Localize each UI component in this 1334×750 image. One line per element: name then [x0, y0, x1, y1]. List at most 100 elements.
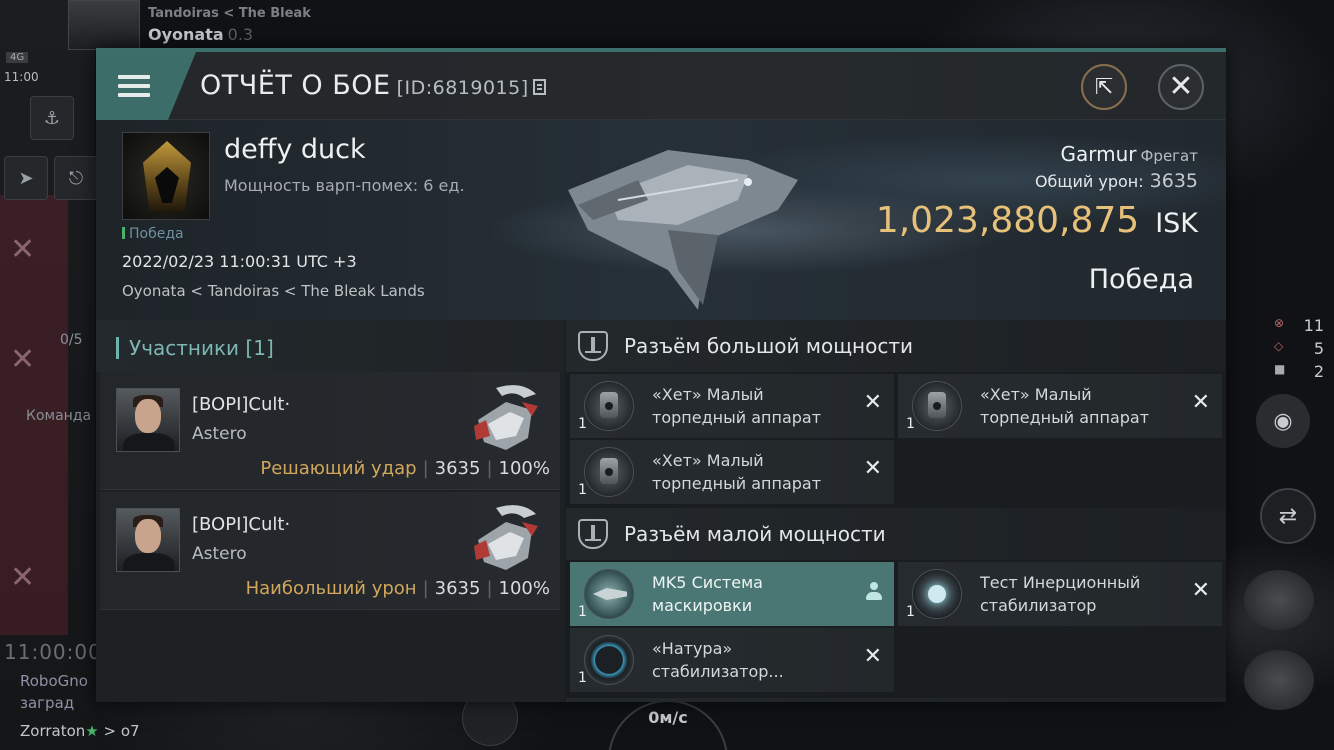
inertial-stabilizer-icon [912, 569, 962, 619]
torpedo-launcher-icon [584, 447, 634, 497]
ship-type-line[interactable]: Garmur Фрегат [1061, 142, 1199, 166]
destroyed-icon: ✕ [1191, 578, 1210, 603]
module-qty: 1 [578, 482, 587, 498]
eye-icon: ◉ [1273, 408, 1293, 434]
dropped-person-icon [866, 582, 882, 602]
participant-role: Наибольший урон [245, 578, 417, 599]
navigate-icon: ➤ [18, 167, 34, 189]
participant-ship: Astero [192, 424, 247, 444]
system-name-line[interactable]: Oyonata 0.3 [148, 25, 253, 44]
outcome-label: Победа [1088, 264, 1194, 295]
navigate-button[interactable]: ➤ [4, 156, 48, 200]
isk-unit: ISK [1155, 208, 1198, 239]
share-button[interactable]: ⇱ [1081, 64, 1127, 110]
participants-header: Участники [1] [96, 320, 564, 372]
participants-panel: Участники [1] [BOPI]Cult· Astero Решающи… [96, 320, 564, 702]
local-count: 0/5 [60, 332, 83, 348]
isk-loss: 1,023,880,875 ISK [876, 200, 1198, 241]
module-item[interactable]: 1 «Хет» Малый торпедный аппарат ✕ [570, 374, 894, 438]
module-name: «Хет» Малый торпедный аппарат [980, 385, 1150, 427]
participant-percent: 100% [498, 458, 550, 479]
torpedo-launcher-icon [912, 381, 962, 431]
stat-value: 5 [1313, 339, 1324, 358]
module-name: Тест Инерционный стабилизатор [980, 573, 1141, 615]
module-item[interactable]: 1 «Хет» Малый торпедный аппарат ✕ [898, 374, 1222, 438]
destroyed-icon: ✕ [863, 644, 882, 669]
close-icon[interactable]: ✕ [10, 342, 35, 377]
eye-button[interactable]: ◉ [1256, 394, 1310, 448]
module-item[interactable]: 1 MK5 Система маскировки [570, 562, 894, 626]
speed-value: 0м/с [648, 708, 688, 727]
module-turret-icon[interactable] [1244, 570, 1314, 630]
high-slot-title: Разъём большой мощности [624, 334, 913, 358]
chat-author: Zorraton [20, 722, 86, 740]
total-damage-label: Общий урон: [1034, 172, 1144, 191]
total-damage: Общий урон: 3635 [1035, 170, 1198, 192]
victim-name[interactable]: deffy duck [224, 134, 366, 165]
fittings-panel[interactable]: Разъём большой мощности 1 «Хет» Малый то… [566, 320, 1226, 702]
low-slot-icon [578, 519, 608, 549]
result-badge: Победа [122, 226, 184, 242]
anchor-button[interactable]: ⚓ [30, 96, 74, 140]
chat-line: заград [20, 694, 75, 712]
ship-icon: ◇ [1274, 339, 1284, 353]
module-item[interactable]: 1 Тест Инерционный стабилизатор ✕ [898, 562, 1222, 626]
low-slot-modules: 1 MK5 Система маскировки 1 Тест Инерцион… [566, 560, 1226, 696]
participant-corp: [BOPI]Cult· [192, 394, 291, 415]
close-button[interactable]: ✕ [1158, 64, 1204, 110]
share-icon: ⇱ [1094, 74, 1114, 100]
module-qty: 1 [578, 670, 587, 686]
system-path: Tandoiras < The Bleak [148, 6, 311, 21]
command-label: Команда [26, 408, 92, 424]
participant-stats: Наибольший урон | 3635 | 100% [245, 578, 550, 599]
module-item[interactable]: 1 «Хет» Малый торпедный аппарат ✕ [570, 440, 894, 504]
kill-datetime: 2022/02/23 11:00:31 UTC +3 [122, 252, 357, 271]
participant-role: Решающий удар [260, 458, 417, 479]
participant-row[interactable]: [BOPI]Cult· Astero Решающий удар | 3635 | 10… [100, 372, 560, 490]
chat-message: > o7 [103, 722, 140, 740]
hamburger-icon [118, 70, 150, 102]
menu-button[interactable] [96, 52, 196, 120]
module-qty: 1 [578, 416, 587, 432]
module-item[interactable]: 1 «Натура» стабилизатор... ✕ [570, 628, 894, 692]
square-icon: ■ [1274, 362, 1286, 376]
stabilizer-icon [584, 635, 634, 685]
close-icon[interactable]: ✕ [10, 232, 35, 267]
next-slot-header [566, 698, 1226, 702]
copy-icon[interactable] [532, 79, 546, 95]
participant-corp: [BOPI]Cult· [192, 514, 291, 535]
warp-scramble-strength: Мощность варп-помех: 6 ед. [224, 176, 465, 195]
close-icon[interactable]: ✕ [10, 560, 35, 595]
ship-class: Фрегат [1140, 147, 1198, 165]
pilot-avatar[interactable] [68, 0, 140, 50]
destroyed-icon: ✕ [863, 456, 882, 481]
high-slot-header: Разъём большой мощности [566, 320, 1226, 372]
destroyed-icon: ✕ [1191, 390, 1210, 415]
module-turret-icon[interactable] [1244, 650, 1314, 710]
swap-icon: ⇄ [1278, 503, 1298, 529]
report-id: [ID:6819015] [396, 77, 529, 99]
swap-button[interactable]: ⇄ [1260, 488, 1316, 544]
victim-portrait[interactable] [122, 132, 210, 220]
dock-button[interactable]: ⎋ [54, 156, 98, 200]
participant-percent: 100% [498, 578, 550, 599]
avatar [116, 388, 180, 452]
module-name: «Хет» Малый торпедный аппарат [652, 385, 822, 427]
astero-ship-icon [474, 385, 538, 450]
ship-name: Garmur [1060, 142, 1137, 166]
module-qty: 1 [906, 604, 915, 620]
ship-render [568, 150, 798, 310]
security-status: 0.3 [227, 25, 254, 44]
participant-row[interactable]: [BOPI]Cult· Astero Наибольший урон | 3635 |… [100, 492, 560, 610]
chat-line[interactable]: Zorraton★ > o7 [20, 722, 140, 740]
module-name: «Хет» Малый торпедный аппарат [652, 451, 822, 493]
signal-indicator: 4G [6, 52, 29, 63]
system-name: Oyonata [148, 25, 224, 44]
avatar [116, 508, 180, 572]
module-name: MK5 Система маскировки [652, 573, 763, 615]
kill-summary: deffy duck Мощность варп-помех: 6 ед. По… [96, 120, 1226, 320]
stat-value: 11 [1303, 316, 1324, 335]
device-time: 11:00 [4, 70, 39, 84]
module-qty: 1 [578, 604, 587, 620]
module-qty: 1 [906, 416, 915, 432]
